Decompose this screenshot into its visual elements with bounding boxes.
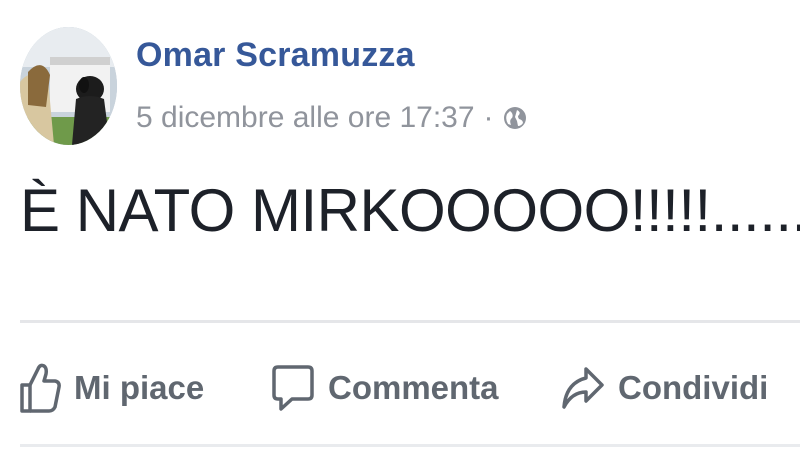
share-arrow-icon xyxy=(560,361,606,415)
like-button[interactable]: Mi piace xyxy=(18,358,204,418)
author-name-link[interactable]: Omar Scramuzza xyxy=(136,36,415,75)
bottom-divider xyxy=(20,444,800,447)
comment-button-label: Commenta xyxy=(328,369,499,406)
post-actions-bar: Mi piace Commenta Condividi xyxy=(18,358,788,418)
post-meta: 5 dicembre alle ore 17:37 · xyxy=(136,98,528,138)
meta-separator: · xyxy=(483,101,494,134)
avatar-photo xyxy=(20,27,117,145)
like-button-label: Mi piace xyxy=(74,369,205,406)
thumbs-up-icon xyxy=(18,361,62,415)
divider xyxy=(20,320,800,323)
post-message: È NATO MIRKOOOOO!!!!!...... xyxy=(20,177,800,244)
avatar[interactable] xyxy=(20,27,117,145)
comment-button[interactable]: Commenta xyxy=(270,358,499,418)
share-button-label: Condividi xyxy=(618,369,769,406)
speech-bubble-icon xyxy=(270,361,316,415)
post-timestamp[interactable]: 5 dicembre alle ore 17:37 xyxy=(136,101,475,135)
facebook-post: Omar Scramuzza 5 dicembre alle ore 17:37… xyxy=(0,0,800,450)
globe-icon[interactable] xyxy=(502,105,528,131)
share-button[interactable]: Condividi xyxy=(560,358,768,418)
